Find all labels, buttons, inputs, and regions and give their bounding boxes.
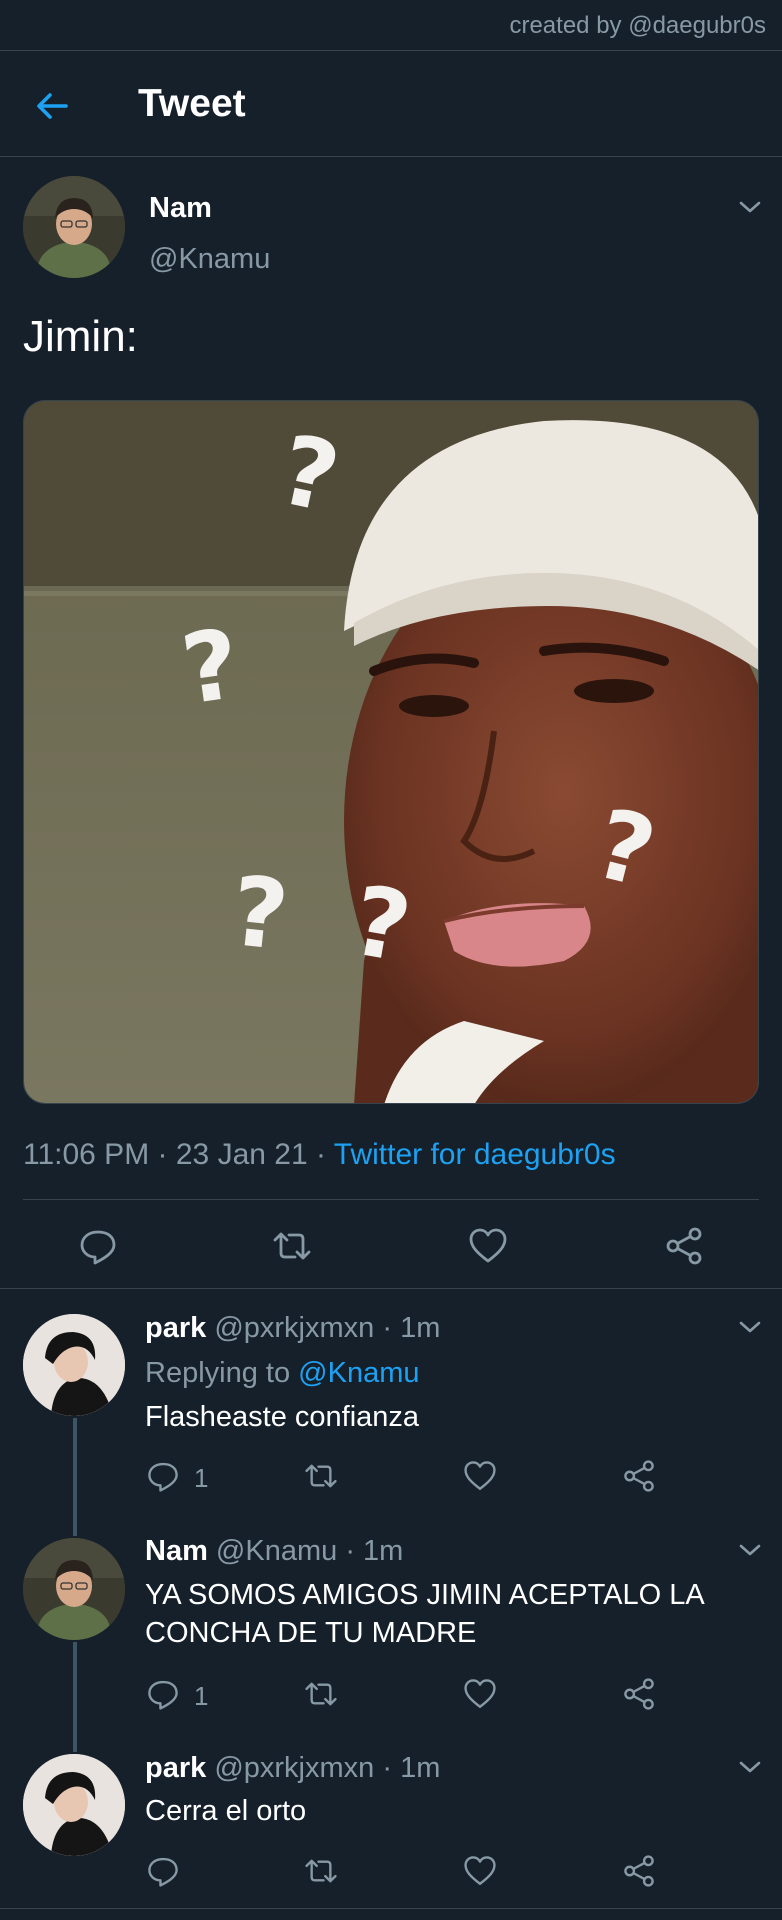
divider: [0, 1288, 782, 1289]
avatar[interactable]: [23, 1754, 125, 1856]
reply-text: Flasheaste confianza: [145, 1401, 420, 1433]
thread-line: [73, 1418, 77, 1536]
author-handle[interactable]: @Knamu: [149, 243, 270, 276]
reply-author-name[interactable]: park: [145, 1752, 206, 1784]
reply-icon[interactable]: [78, 1226, 118, 1266]
tweet-source-link[interactable]: Twitter for daegubr0s: [334, 1138, 616, 1171]
tweet-image[interactable]: ? ? ? ? ?: [23, 400, 759, 1104]
avatar[interactable]: [23, 1538, 125, 1640]
reply-count: 1: [194, 1463, 209, 1493]
like-icon[interactable]: [463, 1459, 497, 1493]
thread-line: [73, 1642, 77, 1752]
separator-dot: ·: [382, 1312, 393, 1344]
retweet-icon[interactable]: [272, 1226, 312, 1266]
chevron-down-icon[interactable]: [737, 1318, 763, 1336]
share-icon[interactable]: [622, 1854, 656, 1888]
reply-icon[interactable]: [146, 1459, 180, 1493]
tweet-date: 23 Jan 21: [175, 1138, 308, 1171]
watermark: created by @daegubr0s: [509, 12, 766, 39]
reply-author-name[interactable]: Nam: [145, 1535, 208, 1567]
retweet-icon[interactable]: [304, 1459, 338, 1493]
divider: [0, 156, 782, 157]
retweet-icon[interactable]: [304, 1677, 338, 1711]
reply-text: Cerra el orto: [145, 1795, 307, 1827]
reply-icon[interactable]: [146, 1677, 180, 1711]
replying-to-label: Replying to: [145, 1357, 291, 1389]
tweet-meta: 11:06 PM · 23 Jan 21 · Twitter for daegu…: [23, 1138, 616, 1172]
chevron-down-icon[interactable]: [737, 1541, 763, 1559]
back-arrow-icon[interactable]: [30, 84, 74, 128]
reply-author-handle[interactable]: @pxrkjxmxn: [214, 1752, 374, 1784]
reply-header: park @pxrkjxmxn · 1m: [145, 1752, 440, 1785]
reply-icon[interactable]: [146, 1854, 180, 1888]
chevron-down-icon[interactable]: [737, 198, 763, 216]
reply-count: 1: [194, 1681, 209, 1711]
reply-text: YA SOMOS AMIGOS JIMIN ACEPTALO LA CONCHA…: [145, 1576, 705, 1652]
share-icon[interactable]: [622, 1677, 656, 1711]
reply-author-handle[interactable]: @pxrkjxmxn: [214, 1312, 374, 1344]
reply-text-line: CONCHA DE TU MADRE: [145, 1617, 477, 1649]
reply-header: Nam @Knamu · 1m: [145, 1535, 403, 1568]
avatar[interactable]: [23, 176, 125, 278]
separator-dot: ·: [345, 1535, 355, 1567]
replying-to: Replying to @Knamu: [145, 1357, 419, 1390]
reply-header: park @pxrkjxmxn · 1m: [145, 1312, 440, 1345]
chevron-down-icon[interactable]: [737, 1758, 763, 1776]
reply-author-handle[interactable]: @Knamu: [216, 1535, 337, 1567]
separator-dot: ·: [157, 1138, 168, 1171]
divider: [23, 1199, 759, 1200]
like-icon[interactable]: [468, 1226, 508, 1266]
avatar[interactable]: [23, 1314, 125, 1416]
like-icon[interactable]: [463, 1677, 497, 1711]
tweet-text: Jimin:: [23, 312, 138, 361]
reply-author-name[interactable]: park: [145, 1312, 206, 1344]
divider: [0, 1908, 782, 1909]
replying-to-mention[interactable]: @Knamu: [298, 1357, 419, 1389]
share-icon[interactable]: [664, 1226, 704, 1266]
page-title: Tweet: [138, 82, 246, 125]
like-icon[interactable]: [463, 1854, 497, 1888]
top-bar: Tweet: [0, 52, 782, 156]
divider: [0, 50, 782, 51]
reply-time: 1m: [363, 1535, 404, 1567]
author-name[interactable]: Nam: [149, 192, 212, 225]
separator-dot: ·: [382, 1752, 393, 1784]
reply-text-line: YA SOMOS AMIGOS JIMIN ACEPTALO LA: [145, 1579, 705, 1611]
tweet-action-bar: [0, 1205, 782, 1285]
reply-time: 1m: [400, 1312, 441, 1344]
share-icon[interactable]: [622, 1459, 656, 1493]
reply-time: 1m: [400, 1752, 441, 1784]
svg-text:?: ?: [226, 855, 293, 972]
separator-dot: ·: [316, 1138, 326, 1171]
retweet-icon[interactable]: [304, 1854, 338, 1888]
tweet-time: 11:06 PM: [23, 1138, 150, 1171]
